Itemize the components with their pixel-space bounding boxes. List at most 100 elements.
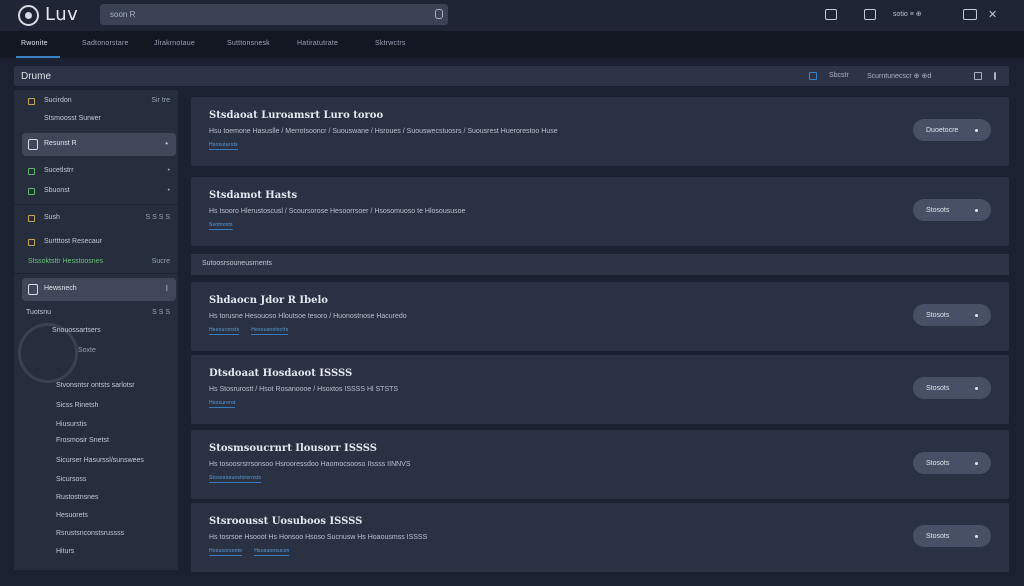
list-card[interactable]: Stsdamot Hasts Hs tsooro Hlerustoscusl /… (191, 177, 1009, 246)
sidebar-item-1[interactable]: Sucirdon Sir tre (14, 94, 178, 110)
card-action-button[interactable]: Stosots (913, 452, 991, 474)
list-item[interactable]: Frosmosir Snetst (56, 437, 109, 444)
sidebar-item-meta: • (167, 187, 170, 194)
card-description: Hs Stosrurostt / Hsot Rosanoooe / Hsoxto… (209, 386, 399, 393)
tab-bar: Rwonite Sadtonorstare Jlrakrnotaue Suttt… (0, 31, 1024, 58)
card-title: Dtsdoaat Hosdaoot ISSSS (209, 368, 353, 379)
card-title: Shdaocn Jdor R Ibelo (209, 295, 328, 306)
sidebar-item-10[interactable]: Tuotsnu S S S (14, 306, 178, 322)
sidebar-item-label: Hewsnech (44, 285, 77, 292)
card-description: Hs tsooro Hlerustoscusl / Scoursorose He… (209, 208, 466, 215)
card-description: Hsu toemone Hasuslle / Merrotsooncr / Su… (209, 128, 558, 135)
app-logo-icon[interactable] (18, 5, 39, 26)
sidebar-divider (14, 273, 178, 274)
window-icon[interactable] (963, 9, 977, 20)
page-title: Drume (21, 71, 52, 82)
tag-link[interactable]: Hsosuonsucsn (254, 548, 290, 556)
sidebar-item-7[interactable]: Surtttost Resecaur (14, 235, 178, 251)
button-label: Duoetocre (926, 126, 959, 134)
sidebar-item-6[interactable]: Sush S S S S (14, 211, 178, 227)
app-name: Luv (45, 4, 79, 25)
sidebar-item-label: Surtttost Resecaur (44, 238, 102, 245)
tag-link[interactable]: Hosusorsonte (209, 548, 243, 556)
header-label-2[interactable]: Scurntunecscr ⊕ ⊕d (867, 72, 931, 80)
group-label: Snouossartsers (52, 327, 101, 334)
card-tags: Hesouronsts Hesousnotsctts (209, 327, 289, 335)
sidebar-item-label: Resunst R (44, 140, 77, 147)
sidebar-item-meta: • (165, 139, 168, 148)
sidebar-item-4[interactable]: Sucetlstrr • (14, 164, 178, 180)
group-badge: Soxte (78, 347, 96, 354)
tab-6[interactable]: Sktrwctrs (375, 40, 406, 47)
section-header: Sutoosrsouneusrnents (191, 254, 1009, 275)
list-item[interactable]: Hiturs (56, 548, 74, 555)
grid-icon[interactable] (825, 9, 837, 20)
list-item[interactable]: Sicurser Hasurssl/sunswees (56, 457, 144, 464)
list-item[interactable]: Rsrustsnconstsrussss (56, 530, 124, 537)
card-action-button[interactable]: Duoetocre (913, 119, 991, 141)
tab-2[interactable]: Sadtonorstare (82, 40, 129, 47)
tab-3[interactable]: Jlrakrnotaue (154, 40, 195, 47)
card-tags: Hsosurorot (209, 400, 236, 408)
sidebar-item-label: Sucetlstrr (44, 167, 74, 174)
calendar-icon[interactable] (864, 9, 876, 20)
card-description: Hs tosrsoe Hsooot Hs Honsoo Hsoso Sucnus… (209, 534, 428, 541)
tag-link[interactable]: Stosnsoeuostsrerosts (209, 475, 262, 483)
card-title: Stsdaoat Luroamsrt Luro toroo (209, 110, 384, 121)
sidebar-item-8[interactable]: Stssoktsttr Hesstoosnes Sucre (14, 255, 178, 271)
card-action-button[interactable]: Stosots (913, 199, 991, 221)
button-label: Stosots (926, 532, 950, 540)
card-action-button[interactable]: Stosots (913, 525, 991, 547)
tag-link[interactable]: Hesousnotsctts (251, 327, 289, 335)
tag-link[interactable]: Hsosutarots (209, 142, 238, 150)
list-item[interactable]: Rustostnsnes (56, 494, 98, 501)
table-icon (28, 168, 35, 175)
export-icon[interactable] (974, 72, 982, 80)
folder-icon (28, 215, 35, 222)
list-item[interactable]: Sicursoss (56, 476, 86, 483)
list-item[interactable]: Sicss Rinetsh (56, 402, 98, 409)
list-card[interactable]: Stsdaoat Luroamsrt Luro toroo Hsu toemon… (191, 97, 1009, 166)
search-icon[interactable] (435, 9, 443, 19)
tag-link[interactable]: Hsosurorot (209, 400, 236, 408)
sidebar-item-2[interactable]: Stsmoosst Surwer (14, 112, 178, 128)
close-icon[interactable]: ✕ (988, 8, 997, 21)
card-title: Stsdamot Hasts (209, 190, 298, 201)
folder-icon (28, 98, 35, 105)
button-label: Stosots (926, 206, 950, 214)
card-action-button[interactable]: Stosots (913, 377, 991, 399)
tag-link[interactable]: Ssotnosts (209, 222, 233, 230)
sidebar: Sucirdon Sir tre Stsmoosst Surwer Resuns… (14, 90, 178, 570)
button-label: Stosots (926, 459, 950, 467)
list-item[interactable]: Hiusurstis (56, 421, 87, 428)
sidebar-item-meta: S S S S (145, 214, 170, 221)
active-tab-indicator (16, 56, 60, 58)
sidebar-item-label: Stsmoosst Surwer (44, 115, 101, 122)
tab-4[interactable]: Sutttonsnesk (227, 40, 270, 47)
list-item[interactable]: Hesuorets (56, 512, 88, 519)
header-label-1[interactable]: Sbcstr (829, 72, 849, 79)
tag-link[interactable]: Hesouronsts (209, 327, 240, 335)
card-action-button[interactable]: Stosots (913, 304, 991, 326)
list-card[interactable]: Dtsdoaat Hosdaoot ISSSS Hs Stosrurostt /… (191, 355, 1009, 424)
sidebar-item-9[interactable]: Hewsnech I (22, 278, 176, 301)
list-card[interactable]: Stosmsoucrnrt Ilousorr ISSSS Hs tosoosrs… (191, 430, 1009, 499)
card-title: Stsroousst Uosuboos ISSSS (209, 516, 363, 527)
filter-icon[interactable] (809, 72, 817, 80)
list-item[interactable]: Stvonsntsr ontsts sarlotsr (56, 382, 135, 389)
document-icon (28, 284, 38, 295)
sidebar-item-label: Sbuonst (44, 187, 70, 194)
folder-icon (28, 239, 35, 246)
section-label: Sutoosrsouneusrnents (202, 260, 273, 267)
tab-1[interactable]: Rwonite (21, 40, 48, 47)
more-icon[interactable] (994, 72, 996, 80)
card-title: Stosmsoucrnrt Ilousorr ISSSS (209, 443, 377, 454)
sidebar-item-3[interactable]: Resunst R • (22, 133, 176, 156)
search-input[interactable]: soon R (100, 4, 448, 25)
document-icon (28, 139, 38, 150)
sidebar-item-5[interactable]: Sbuonst • (14, 184, 178, 200)
tab-5[interactable]: Hatiratutrate (297, 40, 338, 47)
user-menu[interactable]: sotio ≡ ⊕ (893, 10, 922, 18)
list-card[interactable]: Stsroousst Uosuboos ISSSS Hs tosrsoe Hso… (191, 503, 1009, 572)
list-card[interactable]: Shdaocn Jdor R Ibelo Hs torusne Hesouoso… (191, 282, 1009, 351)
